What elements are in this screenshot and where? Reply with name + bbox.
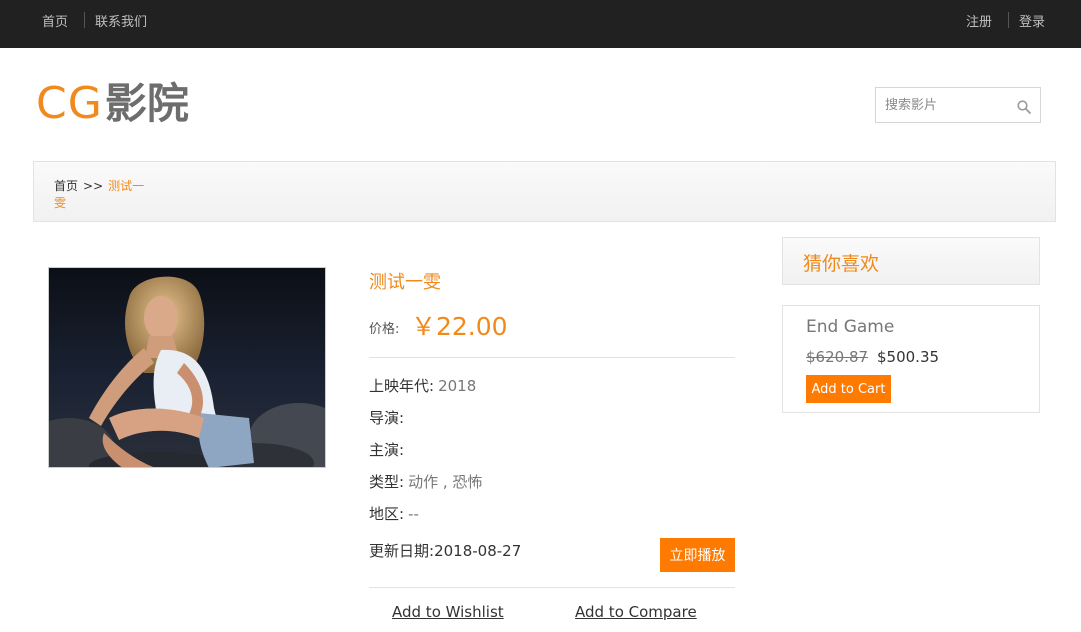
director-row: 导演: — [369, 407, 408, 428]
region-row: 地区: -- — [369, 503, 419, 524]
nav-home-link[interactable]: 首页 — [42, 11, 68, 30]
nav-divider — [84, 12, 85, 28]
site-logo[interactable]: CG 影院 — [36, 78, 189, 130]
breadcrumb: 首页 >> 测试一 雯 — [33, 161, 1056, 222]
nav-contact-link[interactable]: 联系我们 — [95, 11, 147, 30]
year-value: 2018 — [438, 377, 477, 395]
recommend-item: End Game $620.87 $500.35 Add to Cart — [782, 305, 1040, 413]
top-nav-bar: 首页 联系我们 注册 登录 — [0, 0, 1081, 48]
search-box — [875, 87, 1041, 123]
add-to-wishlist-link[interactable]: Add to Wishlist — [392, 603, 504, 621]
genre-value: 动作 , 恐怖 — [408, 473, 483, 491]
movie-price: ￥22.00 — [411, 312, 508, 341]
recommend-item-name[interactable]: End Game — [806, 317, 894, 337]
genre-row: 类型: 动作 , 恐怖 — [369, 471, 482, 492]
cast-row: 主演: — [369, 439, 408, 460]
movie-poster — [48, 267, 326, 468]
recommend-item-new-price: $500.35 — [877, 348, 940, 366]
updated-row: 更新日期:2018-08-27 — [369, 540, 521, 561]
recommend-heading: 猜你喜欢 — [803, 253, 880, 275]
price-label: 价格: — [369, 322, 400, 337]
movie-title: 测试一雯 — [369, 272, 441, 293]
play-now-button[interactable]: 立即播放 — [660, 538, 735, 572]
cast-label: 主演: — [369, 441, 405, 459]
year-label: 上映年代: — [369, 377, 435, 395]
recommend-heading-box: 猜你喜欢 — [782, 237, 1040, 285]
region-value: -- — [408, 505, 419, 523]
poster-photo — [49, 268, 325, 467]
divider — [369, 587, 735, 588]
recommend-item-old-price: $620.87 — [806, 348, 869, 366]
region-label: 地区: — [369, 505, 405, 523]
breadcrumb-separator: >> — [83, 179, 104, 193]
login-link[interactable]: 登录 — [1019, 11, 1045, 30]
updated-value: 2018-08-27 — [434, 542, 522, 560]
genre-label: 类型: — [369, 473, 405, 491]
search-icon[interactable] — [1017, 100, 1031, 114]
add-to-cart-button[interactable]: Add to Cart — [806, 375, 891, 403]
search-input[interactable] — [876, 88, 1006, 122]
nav-divider — [1008, 12, 1009, 28]
register-link[interactable]: 注册 — [966, 11, 992, 30]
updated-label: 更新日期: — [369, 542, 435, 560]
divider — [369, 357, 735, 358]
logo-chinese: 影院 — [104, 79, 189, 128]
year-row: 上映年代: 2018 — [369, 375, 476, 396]
director-label: 导演: — [369, 409, 405, 427]
logo-latin: CG — [36, 78, 103, 129]
breadcrumb-home-link[interactable]: 首页 — [54, 179, 78, 193]
add-to-compare-link[interactable]: Add to Compare — [575, 603, 697, 621]
